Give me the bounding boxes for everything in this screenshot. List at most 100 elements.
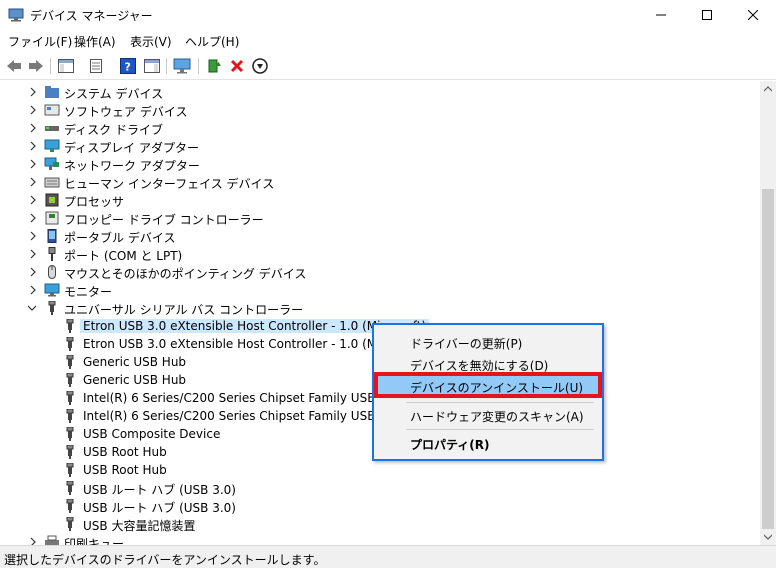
tree-category-processors[interactable]: プロセッサ [0,191,760,209]
printer-icon [45,535,59,545]
category-label: ユニバーサル シリアル バス コントローラー [64,303,304,317]
properties-menu-item[interactable]: プロパティ(R) [378,432,598,454]
tree-device-usb-mass-storage[interactable]: USB 大容量記憶装置 [0,515,760,533]
menu-action[interactable]: 操作(A) [74,33,116,50]
chevron-right-icon[interactable] [28,122,38,134]
vertical-scrollbar[interactable] [760,81,776,545]
svg-text:?: ? [125,61,131,74]
tree-category-display-adapters[interactable]: ディスプレイ アダプター [0,137,760,155]
chevron-right-icon[interactable] [28,266,38,278]
category-label: ソフトウェア デバイス [64,105,188,119]
close-button[interactable] [730,0,776,30]
show-hide-console-tree-button[interactable] [56,56,76,76]
toolbar-separator [166,58,167,74]
scroll-down-button[interactable] [760,529,776,545]
usb-plug-icon [66,337,74,351]
toolbar: ? [0,52,776,80]
tree-device-usb-root-hub-3-2[interactable]: USB ルート ハブ (USB 3.0) [0,497,760,515]
system-folder-icon [45,86,59,98]
tree-category-network-adapters[interactable]: ネットワーク アダプター [0,155,760,173]
red-x-icon [230,59,244,73]
category-label: プロセッサ [64,195,125,209]
category-label: ディスプレイ アダプター [64,141,199,155]
disable-device-toolbar-button[interactable] [250,56,270,76]
category-label: フロッピー ドライブ コントローラー [64,213,264,227]
update-driver-toolbar-button[interactable] [204,56,224,76]
disk-drive-icon [45,126,59,131]
action-pane-button[interactable] [142,56,162,76]
category-label: ディスク ドライブ [64,123,163,137]
minimize-button[interactable] [638,0,684,30]
chevron-right-icon[interactable] [28,176,38,188]
chevron-right-icon[interactable] [28,212,38,224]
menu-help[interactable]: ヘルプ(H) [185,33,239,50]
chevron-right-icon[interactable] [28,248,38,260]
menu-file[interactable]: ファイル(F) [8,33,72,50]
device-label: USB 大容量記憶装置 [83,519,196,533]
port-connector-icon [48,247,56,261]
properties-toolbar-button[interactable] [86,56,106,76]
category-label: モニター [64,285,113,299]
tree-category-software-devices[interactable]: ソフトウェア デバイス [0,101,760,119]
tree-category-ports[interactable]: ポート (COM と LPT) [0,245,760,263]
chevron-down-icon[interactable] [27,302,37,314]
tree-category-floppy-controllers[interactable]: フロッピー ドライブ コントローラー [0,209,760,227]
display-adapter-icon [44,139,60,152]
chevron-right-icon[interactable] [28,536,38,545]
title-bar: デバイス マネージャー [0,0,776,30]
chevron-up-icon [764,86,772,92]
usb-plug-icon [66,481,74,495]
chevron-right-icon[interactable] [28,194,38,206]
device-tree: システム デバイス ソフトウェア デバイス ディスク ドライブ ディスプレイ ア… [0,81,760,545]
network-adapter-icon [44,157,59,170]
help-toolbar-button[interactable]: ? [118,56,138,76]
tree-category-monitors[interactable]: モニター [0,281,760,299]
hid-keyboard-icon [44,177,60,188]
chevron-right-icon[interactable] [28,284,38,296]
chevron-right-icon[interactable] [28,104,38,116]
device-label: USB Root Hub [83,445,167,459]
category-label: ヒューマン インターフェイス デバイス [64,177,275,191]
toolbar-separator [50,58,51,74]
console-tree-icon [58,59,74,73]
tree-category-portable-devices[interactable]: ポータブル デバイス [0,227,760,245]
tree-category-hid[interactable]: ヒューマン インターフェイス デバイス [0,173,760,191]
forward-button[interactable] [26,56,46,76]
chevron-right-icon[interactable] [28,230,38,242]
monitor-icon [44,283,60,297]
tree-device-usb-root-hub-2[interactable]: USB Root Hub [0,461,760,479]
portable-device-icon [47,229,57,243]
usb-plug-icon [66,355,74,369]
tree-category-disk-drives[interactable]: ディスク ドライブ [0,119,760,137]
chevron-right-icon[interactable] [28,140,38,152]
usb-plug-icon [66,463,74,477]
chevron-right-icon[interactable] [28,86,38,98]
device-label: USB Root Hub [83,463,167,477]
uninstall-highlight-frame [374,372,602,398]
menu-item-label: プロパティ(R) [410,438,490,452]
scan-hardware-toolbar-button[interactable] [172,56,192,76]
scan-hardware-menu-item[interactable]: ハードウェア変更のスキャン(A) [378,404,598,426]
scrollbar-thumb[interactable] [762,189,774,529]
scroll-up-button[interactable] [760,81,776,97]
tree-device-usb-root-hub-3-1[interactable]: USB ルート ハブ (USB 3.0) [0,479,760,497]
floppy-controller-icon [45,211,59,225]
tree-category-system-devices[interactable]: システム デバイス [0,83,760,101]
menu-view[interactable]: 表示(V) [130,33,172,50]
tree-category-usb-controllers[interactable]: ユニバーサル シリアル バス コントローラー [0,299,760,317]
tree-category-mice[interactable]: マウスとそのほかのポインティング デバイス [0,263,760,281]
category-label: 印刷キュー [64,537,125,545]
device-label: USB ルート ハブ (USB 3.0) [83,501,236,515]
category-label: ポート (COM と LPT) [64,249,183,263]
device-label: USB Composite Device [83,427,221,441]
usb-plug-icon [66,373,74,387]
action-pane-icon [144,59,160,73]
menu-separator [406,402,594,403]
back-button[interactable] [4,56,24,76]
tree-category-print-queues[interactable]: 印刷キュー [0,533,760,545]
update-driver-menu-item[interactable]: ドライバーの更新(P) [378,331,598,353]
maximize-button[interactable] [684,0,730,30]
uninstall-toolbar-button[interactable] [227,56,247,76]
chevron-right-icon[interactable] [28,158,38,170]
category-label: ネットワーク アダプター [64,159,200,173]
